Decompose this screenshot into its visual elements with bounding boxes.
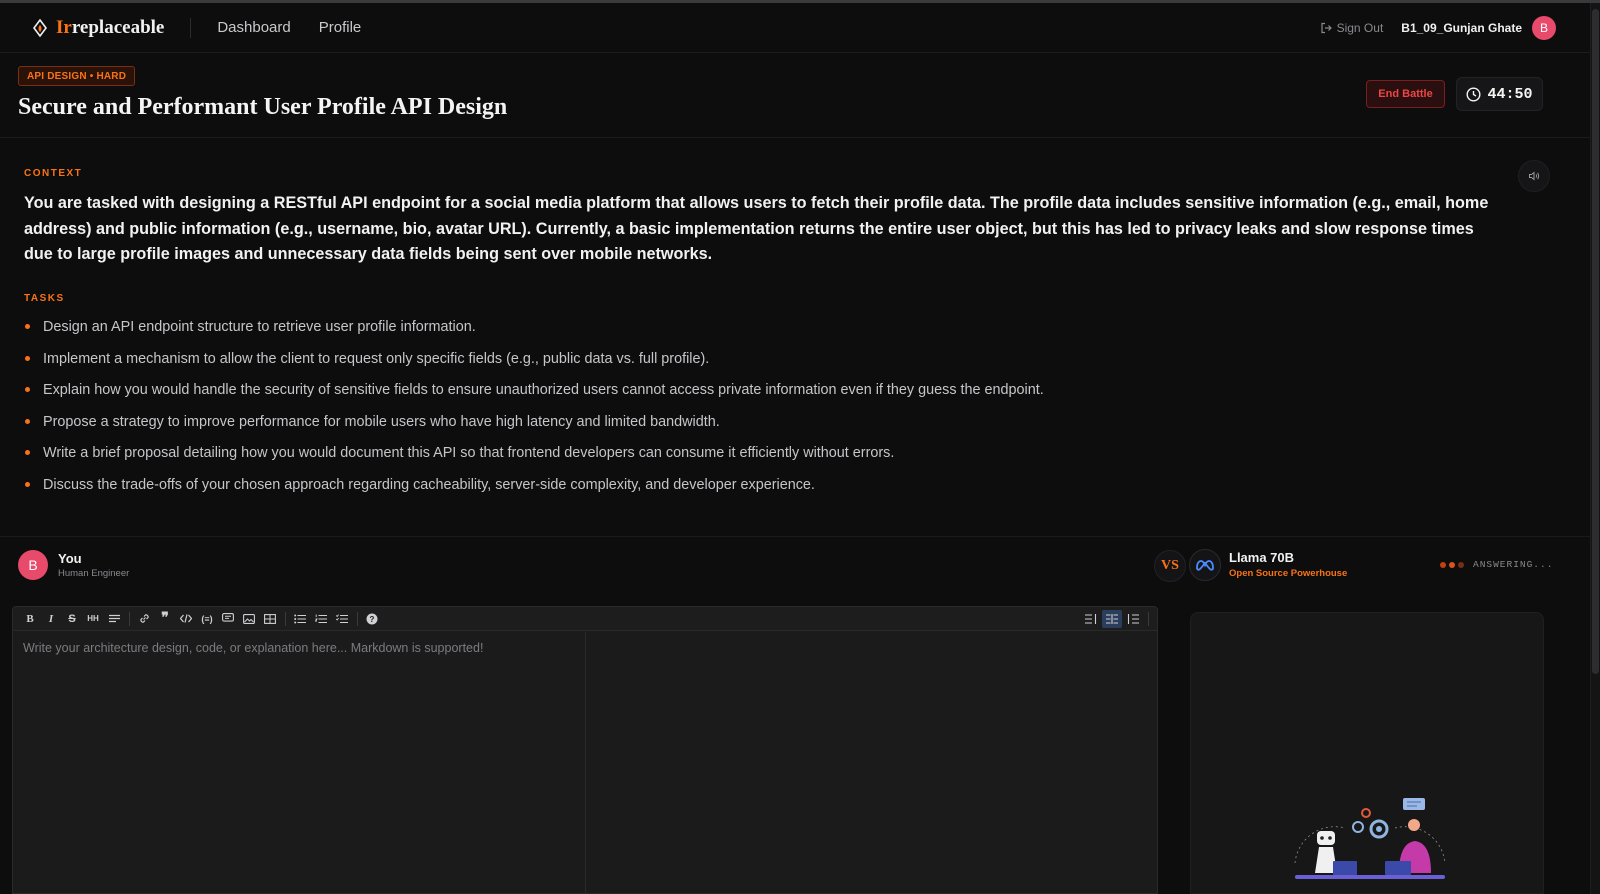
nav-link-dashboard[interactable]: Dashboard bbox=[217, 19, 290, 36]
sign-out-icon bbox=[1320, 22, 1332, 34]
toolbar-separator bbox=[357, 611, 358, 626]
bullet-icon bbox=[25, 450, 30, 456]
unordered-list-icon[interactable] bbox=[290, 610, 310, 628]
task-item: Discuss the trade-offs of your chosen ap… bbox=[24, 473, 1224, 505]
ai-subtitle: Open Source Powerhouse bbox=[1229, 568, 1348, 579]
loading-dot-icon bbox=[1458, 561, 1464, 568]
strikethrough-icon[interactable]: S bbox=[62, 610, 82, 628]
loading-dot-icon bbox=[1440, 561, 1446, 568]
vs-badge: VS bbox=[1154, 550, 1186, 582]
username: B1_09_Gunjan Ghate bbox=[1401, 21, 1522, 35]
image-icon[interactable] bbox=[239, 610, 259, 628]
context-text: You are tasked with designing a RESTful … bbox=[24, 194, 1489, 263]
comment-icon[interactable] bbox=[218, 610, 238, 628]
task-item: Implement a mechanism to allow the clien… bbox=[24, 347, 1224, 379]
nav-divider bbox=[190, 17, 192, 38]
table-icon[interactable] bbox=[260, 610, 280, 628]
difficulty-badge: API DESIGN • HARD bbox=[18, 66, 136, 86]
task-item: Write a brief proposal detailing how you… bbox=[24, 441, 1224, 473]
timer-value: 44:50 bbox=[1487, 85, 1533, 103]
italic-icon[interactable]: I bbox=[41, 610, 61, 628]
ai-name: Llama 70B bbox=[1229, 550, 1295, 565]
human-name: You bbox=[58, 551, 82, 566]
ai-status: ANSWERING... bbox=[1440, 559, 1553, 570]
toolbar-separator bbox=[1148, 612, 1149, 626]
meta-logo-icon bbox=[1196, 560, 1214, 571]
tasks-label: TASKS bbox=[24, 293, 65, 304]
bullet-icon bbox=[25, 418, 30, 424]
page-title: Secure and Performant User Profile API D… bbox=[18, 94, 508, 120]
brand-logo[interactable]: Irreplaceable bbox=[32, 17, 164, 39]
bold-icon[interactable]: B bbox=[20, 610, 40, 628]
toolbar-separator bbox=[285, 611, 286, 626]
player-human: B You Human Engineer bbox=[18, 550, 129, 580]
human-subtitle: Human Engineer bbox=[58, 568, 130, 579]
brand-name: Irreplaceable bbox=[56, 16, 165, 38]
code-block-icon[interactable]: (≡) bbox=[197, 610, 217, 628]
editor-placeholder: Write your architecture design, code, or… bbox=[23, 641, 484, 655]
section-divider bbox=[0, 536, 1590, 537]
edit-mode-icon[interactable] bbox=[1081, 610, 1101, 628]
user-avatar[interactable]: B bbox=[1532, 16, 1556, 40]
ai-avatar bbox=[1189, 549, 1221, 581]
bullet-icon bbox=[25, 387, 30, 393]
nav-link-profile[interactable]: Profile bbox=[319, 19, 362, 36]
checked-list-icon[interactable] bbox=[332, 610, 352, 628]
robot-and-human-working-illustration bbox=[1294, 798, 1446, 879]
end-battle-button[interactable]: End Battle bbox=[1366, 80, 1445, 108]
countdown-timer: 44:50 bbox=[1456, 77, 1543, 111]
bullet-icon bbox=[25, 481, 30, 487]
player-ai: Llama 70B Open Source Powerhouse bbox=[1229, 550, 1347, 579]
code-icon[interactable] bbox=[176, 610, 196, 628]
editor-input-pane[interactable]: Write your architecture design, code, or… bbox=[13, 632, 586, 893]
sign-out-button[interactable]: Sign Out bbox=[1320, 21, 1384, 35]
task-item: Explain how you would handle the securit… bbox=[24, 378, 1224, 410]
svg-text:?: ? bbox=[370, 615, 375, 624]
flame-logo-icon bbox=[33, 18, 47, 37]
toolbar-separator bbox=[129, 611, 130, 626]
read-aloud-button[interactable] bbox=[1518, 160, 1550, 192]
scrollbar-thumb[interactable] bbox=[1592, 9, 1599, 674]
speaker-icon bbox=[1529, 171, 1540, 181]
help-icon[interactable]: ? bbox=[362, 610, 382, 628]
ordered-list-icon[interactable] bbox=[311, 610, 331, 628]
loading-dot-icon bbox=[1449, 561, 1455, 568]
clock-icon bbox=[1466, 86, 1481, 102]
ai-response-panel bbox=[1190, 612, 1544, 894]
heading-icon[interactable]: HH bbox=[83, 610, 103, 628]
editor-toolbar: B I S HH ❞ (≡) ? bbox=[13, 607, 1157, 631]
bullet-icon bbox=[25, 324, 30, 329]
bullet-icon bbox=[25, 355, 30, 361]
preview-mode-icon[interactable] bbox=[1123, 610, 1143, 628]
link-icon[interactable] bbox=[134, 610, 154, 628]
challenge-header: API DESIGN • HARD Secure and Performant … bbox=[0, 54, 1590, 138]
sign-out-label: Sign Out bbox=[1336, 21, 1384, 35]
page-scrollbar[interactable] bbox=[1590, 3, 1600, 894]
context-label: CONTEXT bbox=[24, 168, 83, 179]
markdown-editor: B I S HH ❞ (≡) ? Write your architecture… bbox=[12, 606, 1158, 894]
task-item: Propose a strategy to improve performanc… bbox=[24, 410, 1224, 442]
task-item: Design an API endpoint structure to retr… bbox=[24, 315, 1224, 347]
ai-status-text: ANSWERING... bbox=[1473, 559, 1554, 570]
horizontal-rule-icon[interactable] bbox=[104, 610, 124, 628]
live-mode-icon[interactable] bbox=[1102, 610, 1122, 628]
task-list: Design an API endpoint structure to retr… bbox=[24, 315, 1224, 505]
human-avatar: B bbox=[18, 550, 48, 580]
quote-icon[interactable]: ❞ bbox=[155, 610, 175, 628]
top-navbar: Irreplaceable Dashboard Profile Sign Out… bbox=[0, 3, 1590, 53]
